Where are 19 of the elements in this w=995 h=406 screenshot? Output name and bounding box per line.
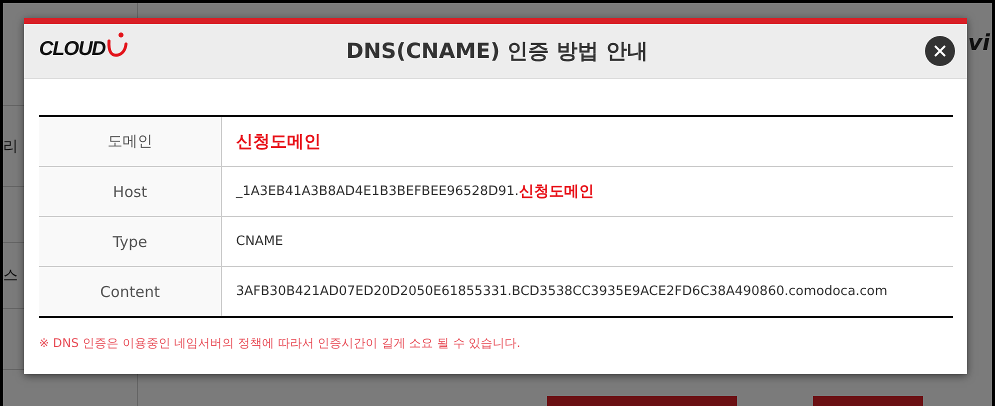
row-value: 3AFB30B421AD07ED20D2050E61855331.BCD3538CC3935E9ACE2FD6C38A490860.comodoca.com <box>235 283 888 301</box>
page-text: vi <box>968 33 991 55</box>
row-value: CNAME <box>235 233 284 251</box>
logo-text: CLOUD <box>39 39 106 59</box>
notice-text: ※ DNS 인증은 이용중인 네임서버의 정책에 따라서 인증시간이 길게 소요 될 수 있습니다. <box>39 335 522 352</box>
smile-icon <box>106 31 128 59</box>
close-icon <box>933 44 947 58</box>
row-label: 도메인 <box>39 117 222 166</box>
row-label: Type <box>39 217 222 266</box>
dialog-title: DNS(CNAME) 인증 방법 안내 <box>345 38 649 65</box>
row-value: 신청도메인 <box>235 131 322 154</box>
row-label: Host <box>39 167 222 216</box>
page-text: 스 <box>3 268 18 283</box>
row-value: _1A3EB41A3B8AD4E1B3BEFBEE96528D91.신청도메인 <box>234 181 595 202</box>
row-label: Content <box>39 267 222 316</box>
page-text: 리 <box>3 138 18 154</box>
page-button[interactable] <box>547 396 737 406</box>
close-button[interactable] <box>925 36 955 66</box>
page-button[interactable] <box>813 396 923 406</box>
